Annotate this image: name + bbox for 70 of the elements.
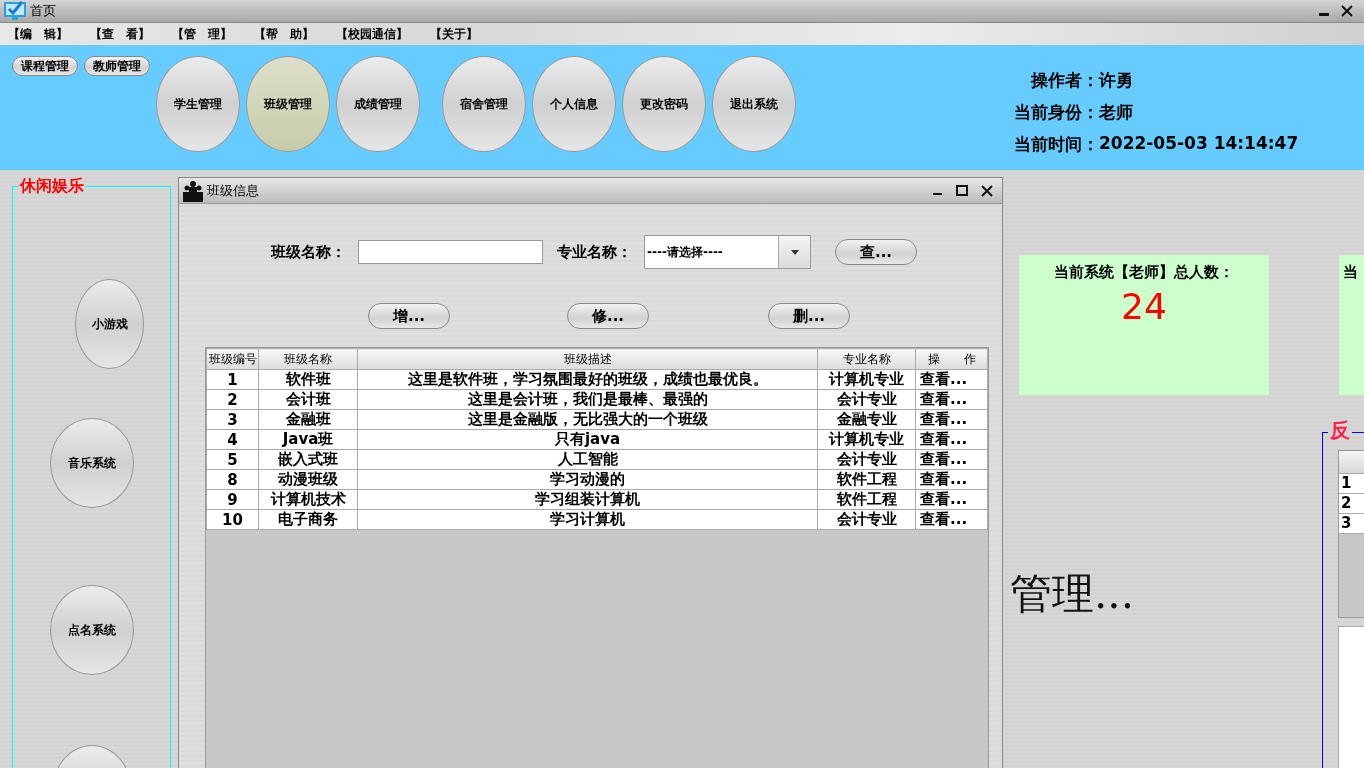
leisure-button[interactable]: 音乐系统	[49, 418, 134, 508]
search-button[interactable]: 查...	[835, 239, 917, 265]
column-header[interactable]: 操 作	[915, 348, 988, 370]
close-icon[interactable]	[1340, 4, 1354, 18]
column-header[interactable]: 专业名称	[817, 348, 916, 370]
nav-button[interactable]: 班级管理	[246, 56, 330, 152]
monitor-check-icon	[4, 1, 26, 21]
field-label: 班级名称：	[271, 242, 346, 262]
info-value: 许勇	[1099, 69, 1133, 92]
input-field[interactable]	[358, 240, 543, 264]
menu-item[interactable]: 【管 理】	[172, 25, 232, 43]
menu-item[interactable]: 【帮 助】	[254, 25, 314, 43]
nav-button[interactable]: 宿舍管理	[442, 56, 526, 152]
menu-item[interactable]: 【校园通信】	[336, 25, 408, 43]
menu-item[interactable]: 【查 看】	[90, 25, 150, 43]
info-value: 2022-05-03 14:14:47	[1099, 133, 1299, 155]
nav-button[interactable]: 个人信息	[532, 56, 616, 152]
info-label: 当前身份：	[1013, 101, 1099, 124]
info-label: 当前时间：	[1013, 133, 1099, 156]
table-cell: 人工智能	[357, 449, 818, 470]
table-cell: 2	[1339, 494, 1364, 514]
panel-title: 休闲娱乐	[18, 177, 86, 195]
column-header[interactable]: 班级编号	[206, 348, 259, 370]
table-cell: 学习计算机	[357, 509, 818, 530]
window-title: 首页	[30, 2, 56, 20]
menu-item[interactable]: 【编 辑】	[8, 25, 68, 43]
table-cell: 这里是软件班，学习氛围最好的班级，成绩也最优良。	[357, 369, 818, 390]
leisure-button[interactable]: 点名系统	[49, 585, 134, 675]
panel-title: 反	[1328, 421, 1352, 439]
nav-button[interactable]: 成绩管理	[336, 56, 420, 152]
table-cell: 9	[206, 489, 259, 510]
nav-button[interactable]: 学生管理	[156, 56, 240, 152]
toolbar-button[interactable]: 教师管理	[84, 56, 150, 76]
table-cell: 只有java	[357, 429, 818, 450]
stat-label: 当	[1343, 263, 1358, 282]
action-button[interactable]: 增...	[368, 303, 450, 329]
action-button[interactable]: 修...	[567, 303, 649, 329]
leisure-button[interactable]: 小游戏	[75, 279, 144, 369]
stat-label: 当前系统【老师】总人数：	[1054, 263, 1234, 282]
column-header[interactable]: 班级名称	[258, 348, 358, 370]
dropdown[interactable]: ----请选择----	[644, 235, 811, 269]
window-title: 班级信息	[207, 181, 259, 200]
field-label: 专业名称：	[557, 242, 632, 262]
table-cell: 这里是会计班，我们是最棒、最强的	[357, 389, 818, 410]
table-cell: 3	[206, 409, 259, 430]
table-cell: 学习动漫的	[357, 469, 818, 490]
podium-icon	[182, 179, 204, 202]
info-value: 老师	[1099, 101, 1133, 124]
nav-button[interactable]: 退出系统	[712, 56, 796, 152]
background-heading: 管理...	[1010, 568, 1135, 620]
table-cell: 1	[1339, 474, 1364, 494]
table-cell: 学习组装计算机	[357, 489, 818, 510]
menu-item[interactable]: 【关于】	[430, 25, 478, 43]
toolbar-button[interactable]: 课程管理	[12, 56, 78, 76]
table-cell: 4	[206, 429, 259, 450]
nav-button[interactable]: 更改密码	[622, 56, 706, 152]
table-cell: 5	[206, 449, 259, 470]
table-cell: 这里是金融版，无比强大的一个班级	[357, 409, 818, 430]
stat-value: 24	[1121, 286, 1167, 327]
close-icon[interactable]	[980, 183, 994, 198]
column-header[interactable]: 班级描述	[357, 348, 818, 370]
table-cell: 10	[206, 509, 259, 530]
table-cell: 3	[1339, 514, 1364, 534]
table-cell: 1	[206, 369, 259, 390]
table-cell: 2	[206, 389, 259, 410]
action-button[interactable]: 删...	[768, 303, 850, 329]
maximize-icon[interactable]	[955, 183, 969, 198]
caret-icon	[790, 249, 799, 255]
table-cell: 8	[206, 469, 259, 490]
info-label: 操作者：	[1029, 69, 1099, 92]
